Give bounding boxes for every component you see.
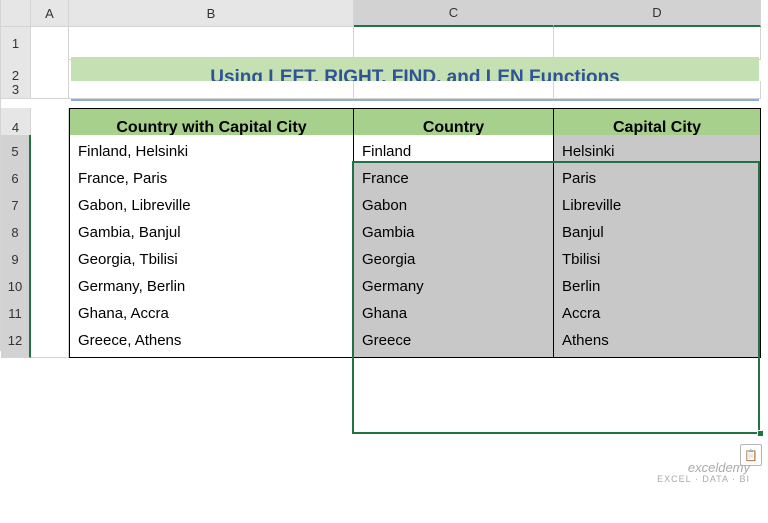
cell-C1[interactable]	[354, 27, 554, 60]
cell-D1[interactable]	[554, 27, 761, 60]
watermark: exceldemy EXCEL · DATA · BI	[657, 461, 750, 485]
cell-C3[interactable]	[354, 81, 554, 99]
fill-handle[interactable]	[757, 430, 764, 437]
row-header-12[interactable]: 12	[1, 324, 31, 358]
cell-A12[interactable]	[31, 324, 69, 358]
col-header-C[interactable]: C	[354, 0, 554, 27]
paste-options-icon[interactable]: 📋	[740, 444, 762, 466]
select-all-corner[interactable]	[1, 0, 31, 27]
cell-D12[interactable]: Athens	[554, 324, 761, 358]
cell-D3[interactable]	[554, 81, 761, 99]
col-header-D[interactable]: D	[554, 0, 761, 27]
cell-B1[interactable]	[69, 27, 354, 60]
cell-C12[interactable]: Greece	[354, 324, 554, 358]
col-header-A[interactable]: A	[31, 0, 69, 27]
spreadsheet-grid[interactable]: A B C D 1 2 Using LEFT, RIGHT, FIND, and…	[0, 0, 768, 351]
cell-B3[interactable]	[69, 81, 354, 99]
row-header-3[interactable]: 3	[1, 81, 31, 99]
cell-A3[interactable]	[31, 81, 69, 99]
watermark-sub: EXCEL · DATA · BI	[657, 475, 750, 485]
cell-B12[interactable]: Greece, Athens	[69, 324, 354, 358]
watermark-text: exceldemy	[657, 461, 750, 475]
col-header-B[interactable]: B	[69, 0, 354, 27]
